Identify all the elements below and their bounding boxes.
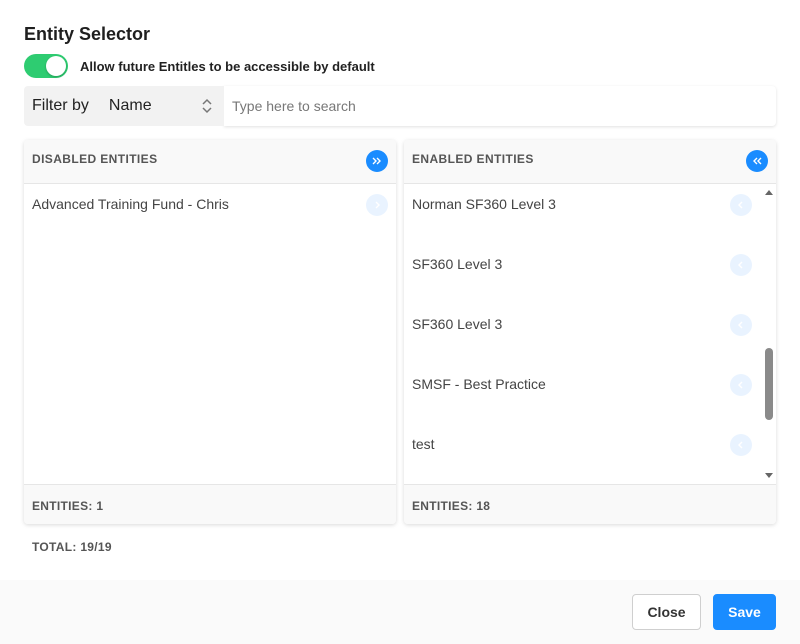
enabled-panel-header: ENABLED ENTITIES (404, 140, 776, 184)
save-button[interactable]: Save (713, 594, 776, 630)
scroll-thumb[interactable] (765, 348, 773, 420)
chevron-left-icon (738, 381, 743, 389)
enabled-panel-heading: ENABLED ENTITIES (412, 152, 534, 166)
dialog-footer: Close Save (0, 580, 800, 644)
search-input[interactable] (224, 86, 776, 126)
filter-by-label: Filter by (32, 97, 89, 114)
disabled-panel-footer: ENTITIES: 1 (24, 484, 396, 524)
filter-bar: Filter by Name (24, 86, 776, 126)
chevron-left-icon (738, 321, 743, 329)
toggle-knob (46, 56, 66, 76)
disabled-count: ENTITIES: 1 (32, 499, 104, 513)
entity-name: Norman SF360 Level 3 (412, 196, 556, 212)
disabled-entities-list: Advanced Training Fund - Chris (24, 184, 396, 484)
entity-name: test (412, 436, 435, 452)
list-item: SMSF - Best Practice (404, 364, 776, 424)
default-access-toggle[interactable] (24, 54, 68, 78)
enabled-panel-footer: ENTITIES: 18 (404, 484, 776, 524)
disabled-panel-header: DISABLED ENTITIES (24, 140, 396, 184)
filter-by-select[interactable]: Filter by Name (24, 86, 224, 126)
entity-selector-dialog: Entity Selector Allow future Entitles to… (0, 0, 800, 644)
disable-entity-button[interactable] (730, 254, 752, 276)
move-all-right-button[interactable] (366, 150, 388, 172)
list-item: SF360 Level 3 (404, 304, 776, 364)
chevron-up-down-icon (202, 98, 212, 114)
disabled-entities-panel: DISABLED ENTITIES Advanced Training Fund… (24, 140, 396, 524)
chevron-left-icon (738, 201, 743, 209)
enabled-entities-panel: ENABLED ENTITIES Norman SF360 Level 3 SF… (404, 140, 776, 524)
entity-name: SMSF - Best Practice (412, 376, 546, 392)
list-item: test (404, 424, 776, 484)
enabled-list-scrollbar[interactable] (762, 184, 776, 484)
move-all-left-button[interactable] (746, 150, 768, 172)
enable-entity-button[interactable] (366, 194, 388, 216)
double-chevron-left-icon (753, 157, 762, 165)
list-item: Advanced Training Fund - Chris (24, 184, 396, 244)
entity-name: SF360 Level 3 (412, 256, 503, 272)
disable-entity-button[interactable] (730, 434, 752, 456)
entity-name: Advanced Training Fund - Chris (32, 196, 229, 212)
default-access-row: Allow future Entitles to be accessible b… (24, 54, 375, 78)
list-item: SF360 Level 3 (404, 244, 776, 304)
total-count: TOTAL: 19/19 (32, 540, 112, 554)
default-access-label: Allow future Entitles to be accessible b… (80, 58, 375, 74)
filter-by-value: Name (108, 97, 152, 114)
dialog-title: Entity Selector (24, 24, 151, 44)
chevron-left-icon (738, 441, 743, 449)
enabled-count: ENTITIES: 18 (412, 499, 491, 513)
close-button[interactable]: Close (632, 594, 701, 630)
chevron-left-icon (738, 261, 743, 269)
disable-entity-button[interactable] (730, 314, 752, 336)
disable-entity-button[interactable] (730, 194, 752, 216)
scroll-up-arrow-icon[interactable] (764, 188, 774, 196)
disabled-panel-heading: DISABLED ENTITIES (32, 152, 158, 166)
double-chevron-right-icon (372, 157, 381, 165)
list-item: Norman SF360 Level 3 (404, 184, 776, 244)
chevron-right-icon (375, 201, 380, 209)
entity-name: SF360 Level 3 (412, 316, 503, 332)
enabled-entities-list: Norman SF360 Level 3 SF360 Level 3 SF360… (404, 184, 776, 484)
disable-entity-button[interactable] (730, 374, 752, 396)
scroll-down-arrow-icon[interactable] (764, 472, 774, 480)
